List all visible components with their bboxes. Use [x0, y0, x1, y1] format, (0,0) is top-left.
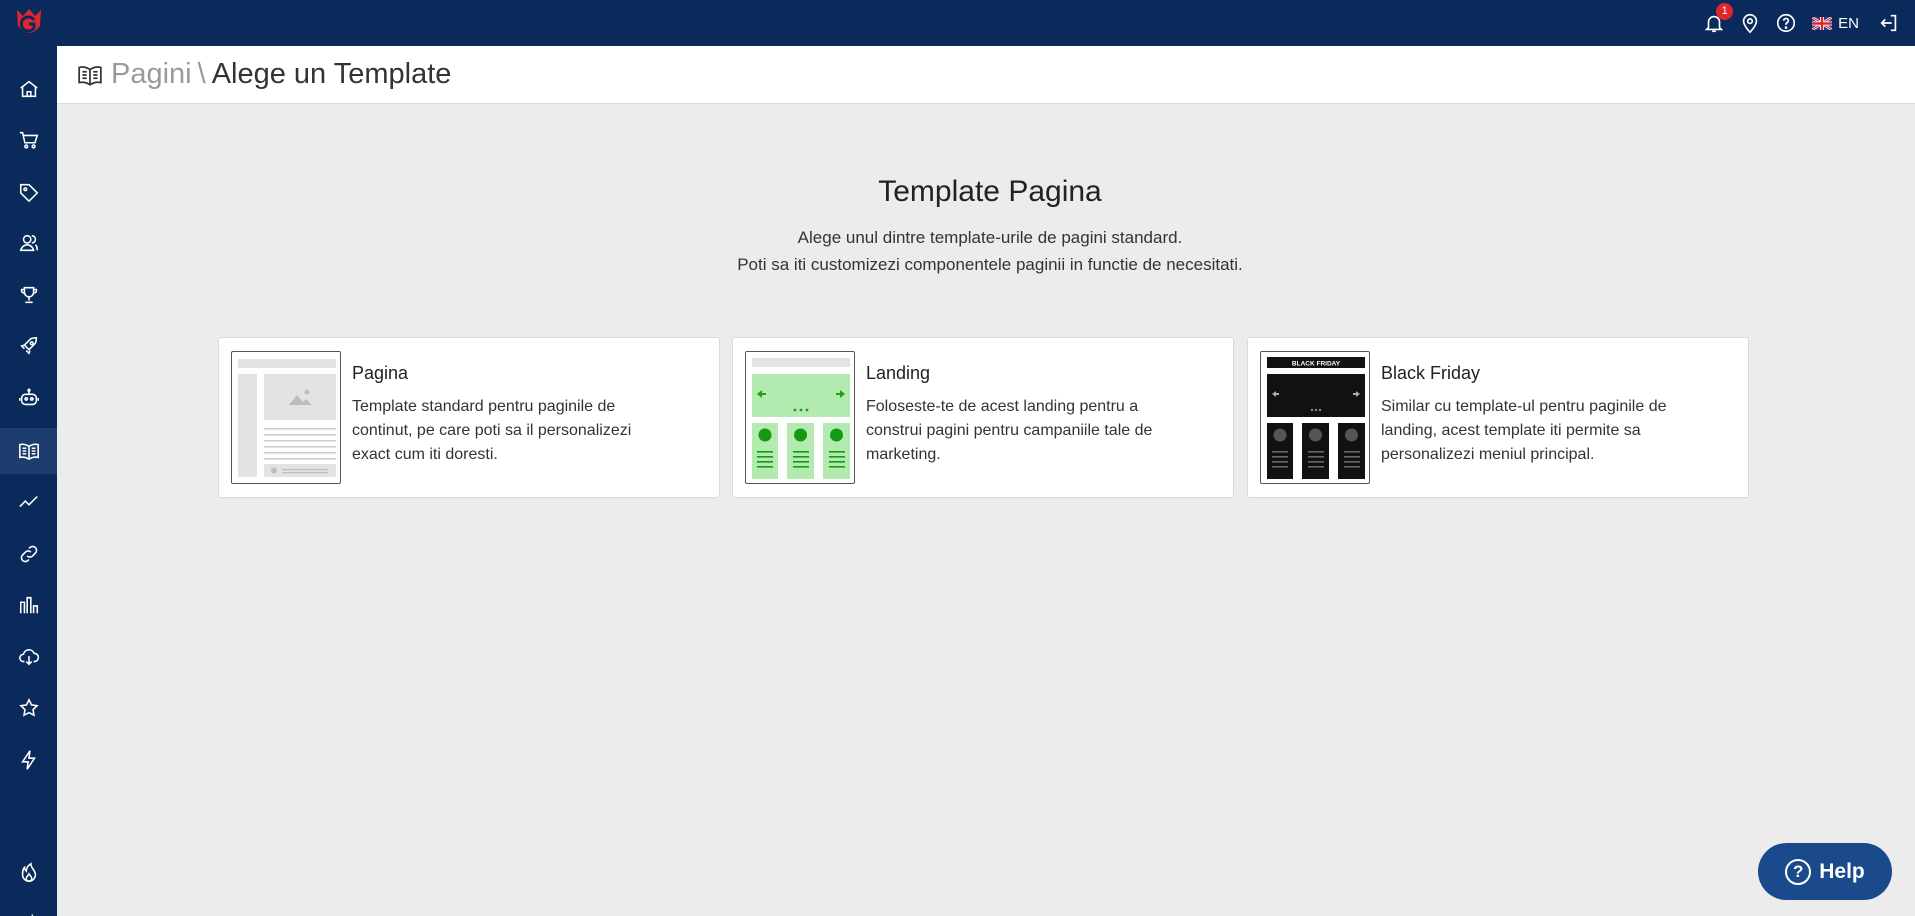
logout-icon [1880, 14, 1897, 32]
sidebar-item-automation[interactable] [0, 375, 57, 421]
page-title: Alege un Template [211, 58, 452, 90]
trophy-icon [20, 286, 37, 304]
template-card-black-friday[interactable]: BLACK FRIDAY Black Friday Similar cu tem… [1247, 337, 1749, 498]
location-button[interactable] [1732, 0, 1768, 46]
users-icon [19, 234, 38, 252]
sidebar [0, 46, 57, 916]
black-friday-banner-text: BLACK FRIDAY [1292, 360, 1341, 367]
location-pin-icon [1742, 13, 1758, 34]
logo-icon [16, 9, 41, 33]
breadcrumb: Pagini \ Alege un Template [57, 46, 1915, 104]
language-label: EN [1838, 14, 1859, 32]
breadcrumb-parent-link[interactable]: Pagini [111, 58, 192, 91]
sidebar-item-analytics[interactable] [0, 479, 57, 525]
sidebar-item-links[interactable] [0, 531, 57, 577]
sidebar-item-home[interactable] [0, 66, 57, 112]
template-card-description: Template standard pentru paginile de con… [352, 398, 632, 463]
bar-chart-icon [19, 596, 38, 614]
pagina-template-thumbnail-icon [231, 351, 341, 484]
robot-icon [18, 388, 39, 406]
tag-icon [19, 183, 38, 203]
sidebar-item-orders[interactable] [0, 117, 57, 163]
template-intro: Template Pagina Alege unul dintre templa… [57, 175, 1915, 278]
sidebar-item-customers[interactable] [0, 220, 57, 266]
language-selector[interactable]: EN [1804, 0, 1871, 46]
star-icon [18, 697, 39, 717]
notifications-button[interactable]: 1 [1696, 0, 1734, 46]
magic-wand-icon [31, 914, 33, 916]
section-subtitle-line2: Poti sa iti customizezi componentele pag… [737, 255, 1243, 274]
cart-icon [19, 131, 38, 149]
section-title: Template Pagina [878, 175, 1102, 208]
breadcrumb-separator: \ [197, 58, 206, 90]
sidebar-item-marketing[interactable] [0, 323, 57, 369]
book-icon [18, 443, 39, 461]
fire-icon [21, 862, 36, 882]
black-friday-template-thumbnail-icon: BLACK FRIDAY [1260, 351, 1370, 484]
trend-icon [18, 495, 38, 508]
link-icon [20, 545, 37, 563]
cloud-download-icon [18, 649, 39, 666]
sidebar-item-tools[interactable] [0, 899, 57, 916]
template-card-pagina[interactable]: Pagina Template standard pentru paginile… [218, 337, 720, 498]
sidebar-item-promotions[interactable] [0, 849, 57, 895]
sidebar-item-integrations[interactable] [0, 737, 57, 783]
sidebar-item-reports[interactable] [0, 582, 57, 628]
app-logo[interactable] [0, 0, 57, 46]
bolt-icon [20, 750, 36, 770]
help-button-top[interactable] [1768, 0, 1804, 46]
logout-button[interactable] [1871, 0, 1907, 46]
template-card-title: Black Friday [1381, 363, 1481, 383]
help-circle-icon [1777, 13, 1796, 33]
template-card-title: Pagina [352, 363, 409, 383]
sidebar-item-loyalty[interactable] [0, 272, 57, 318]
sidebar-item-pages[interactable] [0, 428, 57, 474]
sidebar-item-export[interactable] [0, 634, 57, 680]
sidebar-item-reviews[interactable] [0, 685, 57, 731]
landing-template-thumbnail-icon [745, 351, 855, 484]
help-button-label: Help [1819, 859, 1865, 883]
uk-flag-icon [1812, 16, 1833, 30]
top-bar: 1 EN [0, 0, 1915, 46]
template-card-landing[interactable]: Landing Foloseste-te de acest landing pe… [732, 337, 1234, 498]
rocket-icon [19, 336, 37, 355]
question-icon: ? [1785, 858, 1812, 885]
help-button[interactable]: ? Help [1758, 843, 1892, 900]
template-card-description: Foloseste-te de acest landing pentru a c… [866, 398, 1153, 463]
template-card-title: Landing [866, 363, 931, 383]
home-icon [19, 80, 38, 98]
sidebar-item-products[interactable] [0, 169, 57, 215]
book-icon [78, 65, 102, 86]
section-subtitle-line1: Alege unul dintre template-urile de pagi… [797, 228, 1183, 247]
template-card-description: Similar cu template-ul pentru paginile d… [1381, 398, 1667, 463]
notification-count-badge: 1 [1716, 3, 1734, 20]
